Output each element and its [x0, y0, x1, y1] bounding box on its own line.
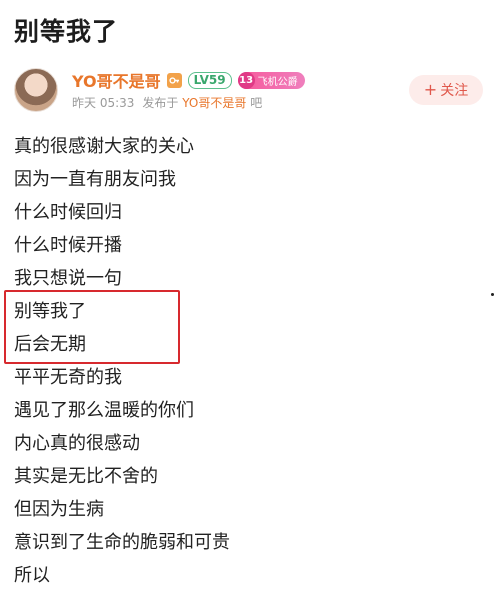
post-line: 但因为生病	[14, 499, 104, 520]
highlight-box	[4, 290, 180, 364]
post-meta: 昨天 05:33 发布于 YO哥不是哥 吧	[72, 94, 262, 111]
avatar[interactable]	[14, 68, 58, 112]
level-badge: LV59	[187, 71, 232, 89]
fan-badge-name: 飞机公爵	[257, 76, 298, 88]
post-line: 什么时候开播	[14, 235, 122, 256]
post-line: 其实是无比不舍的	[14, 466, 158, 487]
post-line: 内心真的很感动	[14, 433, 140, 454]
stray-dot	[491, 293, 494, 296]
plus-icon: +	[423, 80, 438, 99]
post-line: 所以	[14, 565, 50, 586]
author-row: YO哥不是哥 LV59 13 飞机公爵	[72, 68, 305, 92]
key-icon	[166, 72, 182, 88]
post-line: 因为一直有朋友问我	[14, 169, 176, 190]
follow-label: 关注	[440, 83, 469, 99]
post-title: 别等我了	[14, 17, 119, 46]
post-line: 意识到了生命的脆弱和可贵	[14, 532, 230, 553]
published-in-label: 发布于	[142, 96, 179, 110]
forum-suffix: 吧	[250, 96, 263, 110]
post-line: 什么时候回归	[14, 202, 122, 223]
forum-link[interactable]: YO哥不是哥	[182, 96, 246, 110]
post-line: 真的很感谢大家的关心	[14, 136, 194, 157]
post-time: 昨天 05:33	[72, 96, 135, 110]
follow-button[interactable]: + 关注	[409, 75, 483, 105]
author-name[interactable]: YO哥不是哥	[72, 68, 161, 92]
post-line: 遇见了那么温暖的你们	[14, 400, 194, 421]
fan-badge: 13 飞机公爵	[237, 71, 305, 89]
fan-badge-number: 13	[237, 71, 255, 89]
post-line: 平平无奇的我	[14, 367, 122, 388]
